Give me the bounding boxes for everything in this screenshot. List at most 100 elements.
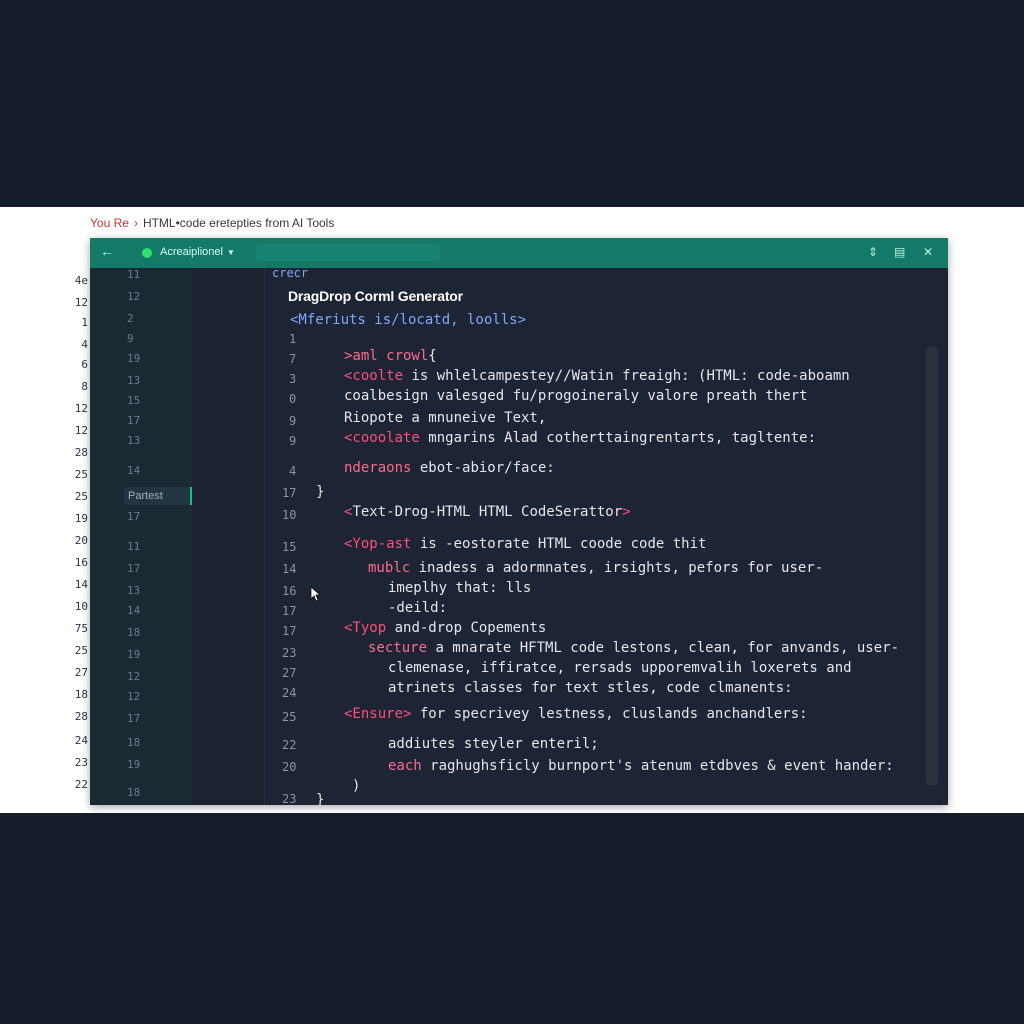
chevron-down-icon: ▼ (226, 248, 235, 257)
code-keyword-token: mublc (368, 560, 411, 576)
pin-icon[interactable]: ⇕ (868, 245, 878, 259)
outer-line-number: 25 (74, 468, 88, 481)
breadcrumb-root[interactable]: You Re (90, 216, 129, 230)
code-line: -deild: (388, 600, 447, 616)
code-tag-token: <Ensure> (344, 706, 412, 722)
tab-dropdown[interactable]: Acreaiplionel ▼ (160, 246, 235, 258)
code-text-token: a mnarate HFTML code lestons, clean, for… (427, 640, 900, 656)
inner-line-number: 13 (127, 374, 141, 387)
inner-line-number: 17 (127, 510, 141, 523)
vertical-scrollbar[interactable] (926, 346, 938, 786)
back-arrow-icon[interactable]: ← (100, 243, 114, 259)
outer-line-number: 27 (74, 666, 88, 679)
outer-line-number: 6 (81, 358, 88, 371)
outer-line-number: 25 (74, 490, 88, 503)
inner-line-number: 13 (127, 434, 141, 447)
code-line-number: 1 (289, 332, 297, 346)
editor-window: ← Acreaiplionel ▼ ⇕ ▤ ✕ Partest crecr Dra… (90, 238, 948, 805)
code-tag-token: <cooolate (344, 430, 420, 446)
outer-line-number: 20 (74, 534, 88, 547)
outer-line-number: 23 (74, 756, 88, 769)
section-title: DragDrop Corml Generator (288, 288, 463, 304)
tab-label: Acreaiplionel (160, 246, 223, 258)
breadcrumb: You Re › HTML•code eretepties from AI Tool… (90, 216, 334, 230)
code-line: } (316, 792, 324, 805)
code-line-number: 0 (289, 392, 297, 406)
panel-icon[interactable]: ▤ (894, 245, 905, 259)
code-line: >aml crowl{ (344, 348, 437, 364)
fold-column (192, 268, 265, 805)
outer-line-number: 25 (74, 644, 88, 657)
code-line: ) (352, 778, 360, 794)
code-line: <Tyop and-drop Copements (344, 620, 546, 636)
header-word: crecr (272, 266, 309, 280)
code-line-number: 10 (282, 508, 297, 522)
code-text-token: Riopote a mnuneive Text, (344, 410, 547, 426)
code-text-token: ebot-abior/face: (411, 460, 555, 476)
inner-line-number: 18 (127, 626, 141, 639)
code-text-token: raghughsficly burnport's atenum etdbves … (421, 758, 894, 774)
code-line-number: 22 (282, 738, 297, 752)
titlebar: ← Acreaiplionel ▼ ⇕ ▤ ✕ (90, 238, 948, 268)
outer-line-number: 14 (74, 578, 88, 591)
code-text-token: inadess a adormnates, irsights, pefors f… (410, 560, 824, 576)
inner-line-number: 2 (127, 312, 134, 325)
code-line: clemenase, iffiratce, rersads upporemval… (388, 660, 852, 676)
code-line: <coolte is whlelcampestey//Watin freaigh… (344, 368, 850, 384)
code-line-number: 24 (282, 686, 297, 700)
inner-line-number: 14 (127, 464, 141, 477)
code-text-token: is whlelcampestey//Watin freaigh: (HTML:… (403, 368, 850, 384)
code-text-token: addiutes steyler enteril; (388, 736, 599, 752)
close-icon[interactable]: ✕ (923, 245, 933, 259)
code-line-number: 3 (289, 372, 297, 386)
code-text-token: imeplhy that: lls (388, 580, 532, 596)
outer-line-number: 12 (74, 402, 88, 415)
inner-line-number: 18 (127, 736, 141, 749)
code-line: coalbesign valesged fu/progoineraly valo… (344, 388, 808, 404)
code-tag-token: <Yop-ast (344, 536, 412, 552)
code-line-number: 14 (282, 562, 297, 576)
code-text-token: } (316, 792, 325, 805)
code-keyword-token: secture (368, 640, 428, 656)
code-line-number: 17 (282, 624, 297, 638)
inner-line-number: 12 (127, 670, 141, 683)
title-input-field[interactable] (256, 244, 440, 261)
code-tag-token: <Tyop (344, 620, 387, 636)
breadcrumb-separator: › (133, 216, 138, 230)
outer-line-number: 8 (81, 380, 88, 393)
code-keyword-token: each (388, 758, 422, 774)
code-line: nderaons ebot-abior/face: (344, 460, 555, 476)
code-line: imeplhy that: lls (388, 580, 531, 596)
code-line-number: 27 (282, 666, 297, 680)
breadcrumb-title: HTML•code eretepties from AI Tools (142, 216, 335, 230)
gutter-tab[interactable]: Partest (124, 487, 192, 505)
inner-line-number: 15 (127, 394, 141, 407)
inner-line-number: 14 (127, 604, 141, 617)
status-dot-icon (142, 248, 152, 258)
code-text-token: clemenase, iffiratce, rersads upporemval… (388, 660, 852, 676)
outer-line-number: 18 (74, 688, 88, 701)
code-line-number: 4 (289, 464, 297, 478)
code-line: secture a mnarate HFTML code lestons, cl… (368, 640, 899, 656)
outer-line-number: 12 (74, 296, 88, 309)
code-tag-token: > (622, 504, 631, 520)
inner-line-number: 9 (127, 332, 134, 345)
code-line-number: 17 (282, 486, 297, 500)
outer-line-number: 4 (81, 338, 88, 351)
code-line: <Mferiuts is/locatd, loolls> (290, 312, 526, 328)
code-line-number: 20 (282, 760, 297, 774)
inner-line-number: 17 (127, 562, 141, 575)
inner-line-number: 17 (127, 712, 141, 725)
code-keyword-token: nderaons (344, 460, 412, 476)
code-text-token: } (316, 484, 325, 500)
outer-line-number: 16 (74, 556, 88, 569)
code-line-number: 9 (289, 434, 297, 448)
code-line: atrinets classes for text stles, code cl… (388, 680, 793, 696)
code-line-number: 9 (289, 414, 297, 428)
mouse-cursor-icon (310, 586, 322, 602)
code-keyword-token: >aml crowl (344, 348, 429, 364)
inner-line-number: 17 (127, 414, 141, 427)
code-text-token: is -eostorate HTML coode code thit (411, 536, 707, 552)
code-line-number: 25 (282, 710, 297, 724)
inner-line-number: 11 (127, 540, 141, 553)
